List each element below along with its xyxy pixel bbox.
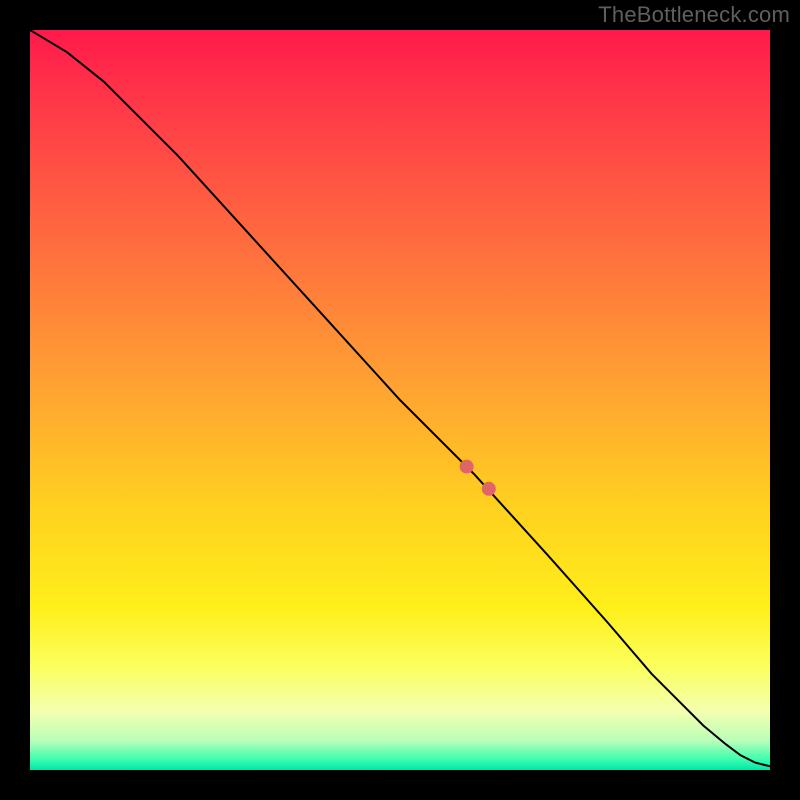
watermark-text: TheBottleneck.com: [598, 2, 790, 28]
highlighted-points-group: [460, 460, 763, 764]
plot-area: [30, 30, 770, 770]
highlight-segment: [511, 511, 726, 744]
plot-overlay: [30, 30, 770, 770]
highlight-point: [482, 482, 496, 496]
highlight-point: [460, 460, 474, 474]
bottleneck-curve: [30, 30, 770, 766]
chart-frame: TheBottleneck.com: [0, 0, 800, 800]
